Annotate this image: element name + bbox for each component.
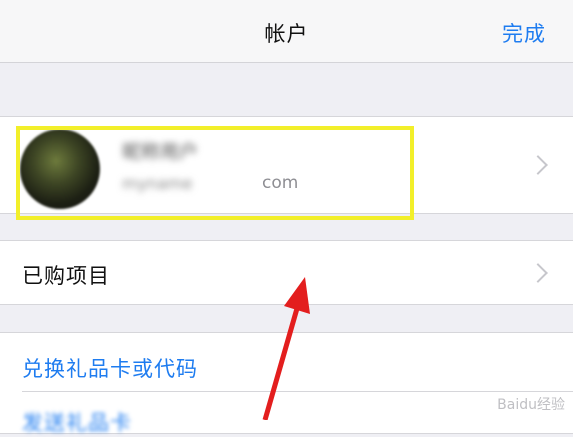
arrow-shaft bbox=[262, 304, 301, 420]
arrow-head bbox=[284, 277, 310, 314]
annotation-arrow bbox=[262, 277, 310, 420]
watermark: Baidu经验 bbox=[497, 397, 565, 413]
